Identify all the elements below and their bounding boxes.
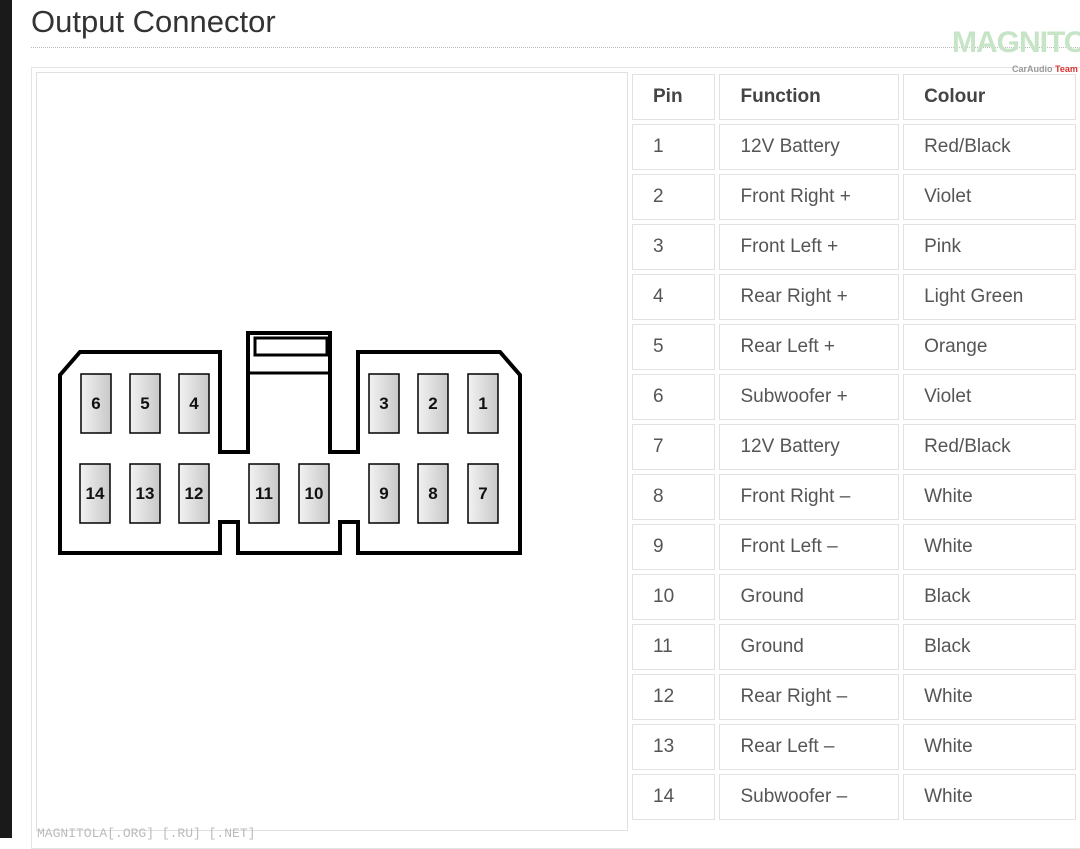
cell-function: Rear Left – xyxy=(719,724,900,770)
cell-pin: 12 xyxy=(632,674,716,720)
cell-pin: 6 xyxy=(632,374,716,420)
cell-colour: Light Green xyxy=(903,274,1076,320)
connector-diagram: 6 5 4 3 2 1 14 13 12 11 10 9 8 7 xyxy=(58,331,522,555)
cell-pin: 1 xyxy=(632,124,716,170)
cell-colour: Red/Black xyxy=(903,124,1076,170)
pin-number: 11 xyxy=(255,484,273,503)
pin-number: 5 xyxy=(140,394,149,413)
cell-pin: 7 xyxy=(632,424,716,470)
cell-pin: 5 xyxy=(632,324,716,370)
cell-function: Ground xyxy=(719,624,900,670)
cell-pin: 3 xyxy=(632,224,716,270)
table-row: 11 Ground Black xyxy=(632,624,1076,670)
cell-function: Front Right – xyxy=(719,474,900,520)
pin-number: 12 xyxy=(185,484,204,503)
cell-pin: 14 xyxy=(632,774,716,820)
cell-colour: Violet xyxy=(903,174,1076,220)
cell-pin: 11 xyxy=(632,624,716,670)
cell-colour: Orange xyxy=(903,324,1076,370)
cell-function: 12V Battery xyxy=(719,424,900,470)
table-row: 9 Front Left – White xyxy=(632,524,1076,570)
table-row: 1 12V Battery Red/Black xyxy=(632,124,1076,170)
pin-number: 14 xyxy=(86,484,105,503)
pin-number: 3 xyxy=(379,394,388,413)
cell-pin: 4 xyxy=(632,274,716,320)
cell-colour: White xyxy=(903,774,1076,820)
table-row: 12 Rear Right – White xyxy=(632,674,1076,720)
cell-colour: Black xyxy=(903,574,1076,620)
table-row: 10 Ground Black xyxy=(632,574,1076,620)
pin-number: 6 xyxy=(91,394,100,413)
cell-colour: Red/Black xyxy=(903,424,1076,470)
table-row: 4 Rear Right + Light Green xyxy=(632,274,1076,320)
footer-watermark: MAGNITOLA[.ORG] [.RU] [.NET] xyxy=(37,826,256,841)
pin-number: 9 xyxy=(379,484,388,503)
cell-function: Subwoofer + xyxy=(719,374,900,420)
header-pin: Pin xyxy=(632,74,716,120)
cell-pin: 13 xyxy=(632,724,716,770)
pin-number: 1 xyxy=(478,394,487,413)
cell-pin: 8 xyxy=(632,474,716,520)
cell-function: Front Left – xyxy=(719,524,900,570)
cell-colour: Black xyxy=(903,624,1076,670)
cell-colour: Pink xyxy=(903,224,1076,270)
table-row: 13 Rear Left – White xyxy=(632,724,1076,770)
table-row: 5 Rear Left + Orange xyxy=(632,324,1076,370)
cell-function: Ground xyxy=(719,574,900,620)
cell-pin: 9 xyxy=(632,524,716,570)
cell-colour: White xyxy=(903,524,1076,570)
table-row: 14 Subwoofer – White xyxy=(632,774,1076,820)
cell-pin: 2 xyxy=(632,174,716,220)
cell-colour: White xyxy=(903,474,1076,520)
table-row: 6 Subwoofer + Violet xyxy=(632,374,1076,420)
watermark-logo: MAGNITOLA xyxy=(952,26,1080,59)
pin-number: 7 xyxy=(478,484,487,503)
cell-colour: White xyxy=(903,724,1076,770)
cell-colour: Violet xyxy=(903,374,1076,420)
header-colour: Colour xyxy=(903,74,1076,120)
connector-outline xyxy=(58,331,522,555)
cell-function: Rear Right + xyxy=(719,274,900,320)
table-row: 8 Front Right – White xyxy=(632,474,1076,520)
pinout-table: Pin Function Colour 1 12V Battery Red/Blac… xyxy=(628,70,1080,824)
pin-number: 2 xyxy=(428,394,437,413)
pin-number: 8 xyxy=(428,484,437,503)
table-row: 3 Front Left + Pink xyxy=(632,224,1076,270)
cell-pin: 10 xyxy=(632,574,716,620)
header-function: Function xyxy=(719,74,900,120)
cell-function: Front Left + xyxy=(719,224,900,270)
table-row: 2 Front Right + Violet xyxy=(632,174,1076,220)
cell-colour: White xyxy=(903,674,1076,720)
cell-function: Front Right + xyxy=(719,174,900,220)
table-row: 7 12V Battery Red/Black xyxy=(632,424,1076,470)
cell-function: Rear Right – xyxy=(719,674,900,720)
cell-function: Subwoofer – xyxy=(719,774,900,820)
pin-number: 10 xyxy=(305,484,324,503)
pin-number: 4 xyxy=(189,394,199,413)
cell-function: Rear Left + xyxy=(719,324,900,370)
pin-number: 13 xyxy=(136,484,155,503)
cell-function: 12V Battery xyxy=(719,124,900,170)
